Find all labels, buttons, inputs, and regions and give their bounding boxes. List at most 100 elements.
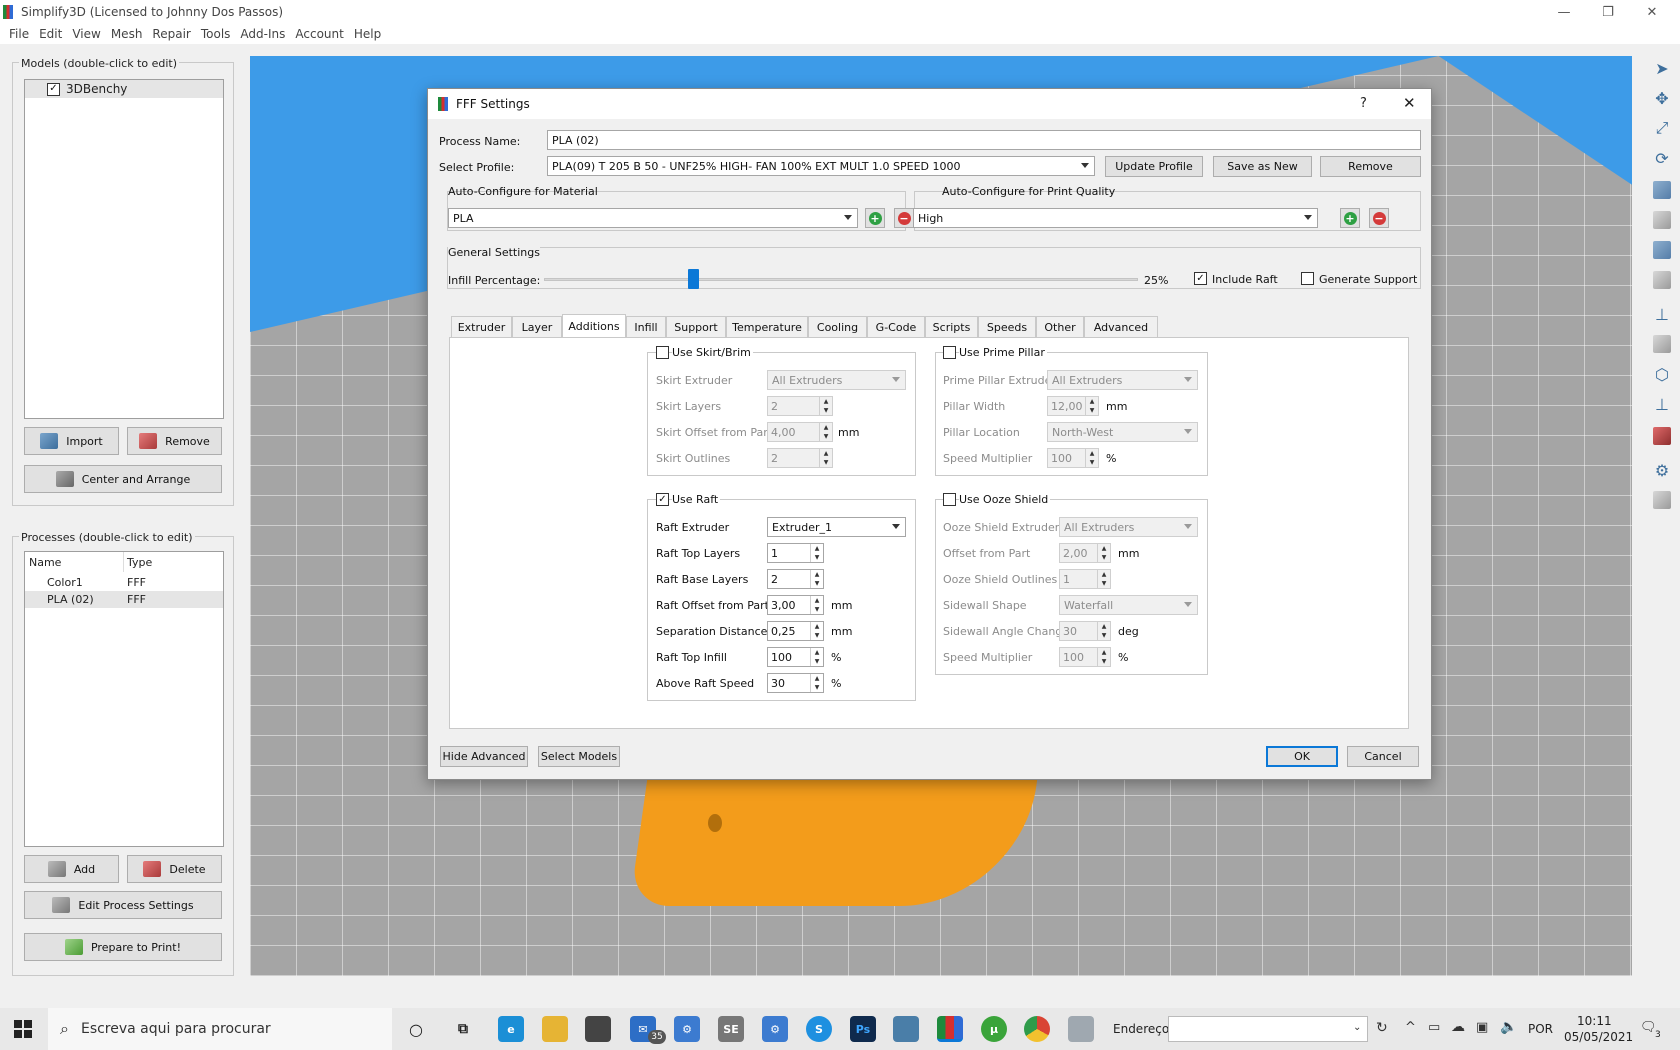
tab-layer[interactable]: Layer <box>512 316 562 338</box>
spin-arrows-icon[interactable]: ▲ ▼ <box>1085 449 1098 467</box>
list-item[interactable]: ✓ 3DBenchy <box>25 80 223 98</box>
minimize-button[interactable]: — <box>1542 0 1586 24</box>
spin-arrows-icon[interactable]: ▲ ▼ <box>1085 397 1098 415</box>
tray-device-icon[interactable]: ▭ <box>1428 1020 1440 1035</box>
table-row[interactable]: Color1 FFF <box>25 574 223 591</box>
hide-advanced-button[interactable]: Hide Advanced <box>440 746 528 767</box>
menu-help[interactable]: Help <box>354 27 381 41</box>
menu-tools[interactable]: Tools <box>201 27 231 41</box>
add-material-button[interactable]: + <box>865 208 885 228</box>
processes-list[interactable]: Name Type Color1 FFF PLA (02) FFF <box>24 551 224 847</box>
pillar-location-select[interactable]: North-West <box>1047 422 1198 442</box>
material-select[interactable]: PLA <box>448 208 858 228</box>
menu-repair[interactable]: Repair <box>152 27 190 41</box>
raft-extruder-select[interactable]: Extruder_1 <box>767 517 906 537</box>
refresh-icon[interactable]: ↻ <box>1376 1020 1388 1036</box>
save-as-new-button[interactable]: Save as New <box>1213 156 1312 177</box>
update-profile-button[interactable]: Update Profile <box>1105 156 1203 177</box>
infill-slider-handle[interactable] <box>687 269 699 289</box>
ooze-speed-stepper[interactable]: 100 ▲ ▼ <box>1059 647 1111 667</box>
language-indicator[interactable]: POR <box>1528 1022 1553 1036</box>
gear-app-icon[interactable]: ⚙ <box>762 1016 788 1042</box>
remove-material-button[interactable]: − <box>894 208 914 228</box>
view-iso-icon[interactable] <box>1650 178 1674 202</box>
scale-icon[interactable]: ⤢ <box>1650 116 1674 140</box>
cross-section-icon[interactable] <box>1650 424 1674 448</box>
windows-start-icon[interactable] <box>14 1020 32 1038</box>
settings-app-icon[interactable]: ⚙ <box>674 1016 700 1042</box>
wireframe-icon[interactable]: ⬡ <box>1650 362 1674 386</box>
model-checkbox[interactable]: ✓ <box>47 82 60 96</box>
spin-arrows-icon[interactable]: ▲ ▼ <box>810 544 823 562</box>
settings-gear-icon[interactable]: ⚙ <box>1650 458 1674 482</box>
use-raft-checkbox[interactable]: ✓ <box>656 493 669 506</box>
sidewall-angle-stepper[interactable]: 30 ▲ ▼ <box>1059 621 1111 641</box>
tab-other[interactable]: Other <box>1036 316 1084 338</box>
dialog-close-icon[interactable]: ✕ <box>1403 94 1416 112</box>
skype-icon[interactable]: S <box>806 1016 832 1042</box>
clock-time[interactable]: 10:11 <box>1577 1014 1612 1028</box>
app-se-icon[interactable]: SE <box>718 1016 744 1042</box>
add-quality-button[interactable]: + <box>1340 208 1360 228</box>
spin-arrows-icon[interactable]: ▲ ▼ <box>819 397 832 415</box>
sidewall-shape-select[interactable]: Waterfall <box>1059 595 1198 615</box>
chrome-icon[interactable] <box>1024 1016 1050 1042</box>
import-button[interactable]: Import <box>24 427 119 455</box>
prime-speed-stepper[interactable]: 100 ▲ ▼ <box>1047 448 1099 468</box>
photoshop-icon[interactable]: Ps <box>850 1016 876 1042</box>
spin-arrows-icon[interactable]: ▲ ▼ <box>819 449 832 467</box>
store-icon[interactable] <box>585 1016 611 1042</box>
above-raft-speed-stepper[interactable]: 30 ▲ ▼ <box>767 673 824 693</box>
network-icon[interactable]: ▣ <box>1476 1020 1488 1035</box>
app-window-icon[interactable] <box>893 1016 919 1042</box>
raft-base-layers-stepper[interactable]: 2 ▲ ▼ <box>767 569 824 589</box>
include-raft-checkbox[interactable]: ✓ <box>1194 272 1207 285</box>
taskbar-search-box[interactable]: ⌕ Escreva aqui para procurar <box>48 1008 392 1050</box>
raft-top-layers-stepper[interactable]: 1 ▲ ▼ <box>767 543 824 563</box>
tab-gcode[interactable]: G-Code <box>867 316 925 338</box>
menu-add-ins[interactable]: Add-Ins <box>240 27 285 41</box>
skirt-offset-stepper[interactable]: 4,00 ▲ ▼ <box>767 422 833 442</box>
spin-arrows-icon[interactable]: ▲ ▼ <box>810 648 823 666</box>
add-process-button[interactable]: Add <box>24 855 119 883</box>
spin-arrows-icon[interactable]: ▲ ▼ <box>810 674 823 692</box>
ooze-offset-stepper[interactable]: 2,00 ▲ ▼ <box>1059 543 1111 563</box>
spin-arrows-icon[interactable]: ▲ ▼ <box>1097 622 1110 640</box>
remove-quality-button[interactable]: − <box>1369 208 1389 228</box>
move-icon[interactable]: ✥ <box>1650 86 1674 110</box>
prepare-to-print-button[interactable]: Prepare to Print! <box>24 933 222 961</box>
paint-icon[interactable] <box>1068 1016 1094 1042</box>
use-skirt-checkbox[interactable] <box>656 346 669 359</box>
onedrive-icon[interactable]: ☁ <box>1451 1019 1465 1035</box>
spin-arrows-icon[interactable]: ▲ ▼ <box>810 570 823 588</box>
remove-profile-button[interactable]: Remove <box>1320 156 1421 177</box>
address-input[interactable]: ⌄ <box>1168 1016 1368 1042</box>
ok-button[interactable]: OK <box>1266 746 1338 767</box>
file-explorer-icon[interactable] <box>542 1016 568 1042</box>
skirt-layers-stepper[interactable]: 2 ▲ ▼ <box>767 396 833 416</box>
select-cursor-icon[interactable]: ➤ <box>1650 56 1674 80</box>
axis-marker-icon[interactable]: ⊥ <box>1650 392 1674 416</box>
close-window-button[interactable]: ✕ <box>1630 0 1674 24</box>
generate-support-checkbox[interactable] <box>1301 272 1314 285</box>
cancel-button[interactable]: Cancel <box>1347 746 1419 767</box>
tab-extruder[interactable]: Extruder <box>451 316 512 338</box>
view-front-icon[interactable] <box>1650 208 1674 232</box>
process-name-input[interactable]: PLA (02) <box>547 130 1421 150</box>
infill-slider-track[interactable] <box>544 278 1138 281</box>
tab-support[interactable]: Support <box>666 316 726 338</box>
solid-view-icon[interactable] <box>1650 332 1674 356</box>
menu-view[interactable]: View <box>72 27 100 41</box>
axes-icon[interactable]: ⊥ <box>1650 302 1674 326</box>
ooze-extruder-select[interactable]: All Extruders <box>1059 517 1198 537</box>
view-side-icon[interactable] <box>1650 268 1674 292</box>
use-ooze-shield-checkbox[interactable] <box>943 493 956 506</box>
spin-arrows-icon[interactable]: ▲ ▼ <box>1097 544 1110 562</box>
task-view-icon[interactable]: ⧉ <box>450 1016 476 1042</box>
separation-distance-stepper[interactable]: 0,25 ▲ ▼ <box>767 621 824 641</box>
edge-icon[interactable]: e <box>498 1016 524 1042</box>
cortana-icon[interactable]: ○ <box>403 1016 429 1042</box>
utorrent-icon[interactable]: µ <box>981 1016 1007 1042</box>
tab-advanced[interactable]: Advanced <box>1084 316 1158 338</box>
select-models-button[interactable]: Select Models <box>538 746 620 767</box>
